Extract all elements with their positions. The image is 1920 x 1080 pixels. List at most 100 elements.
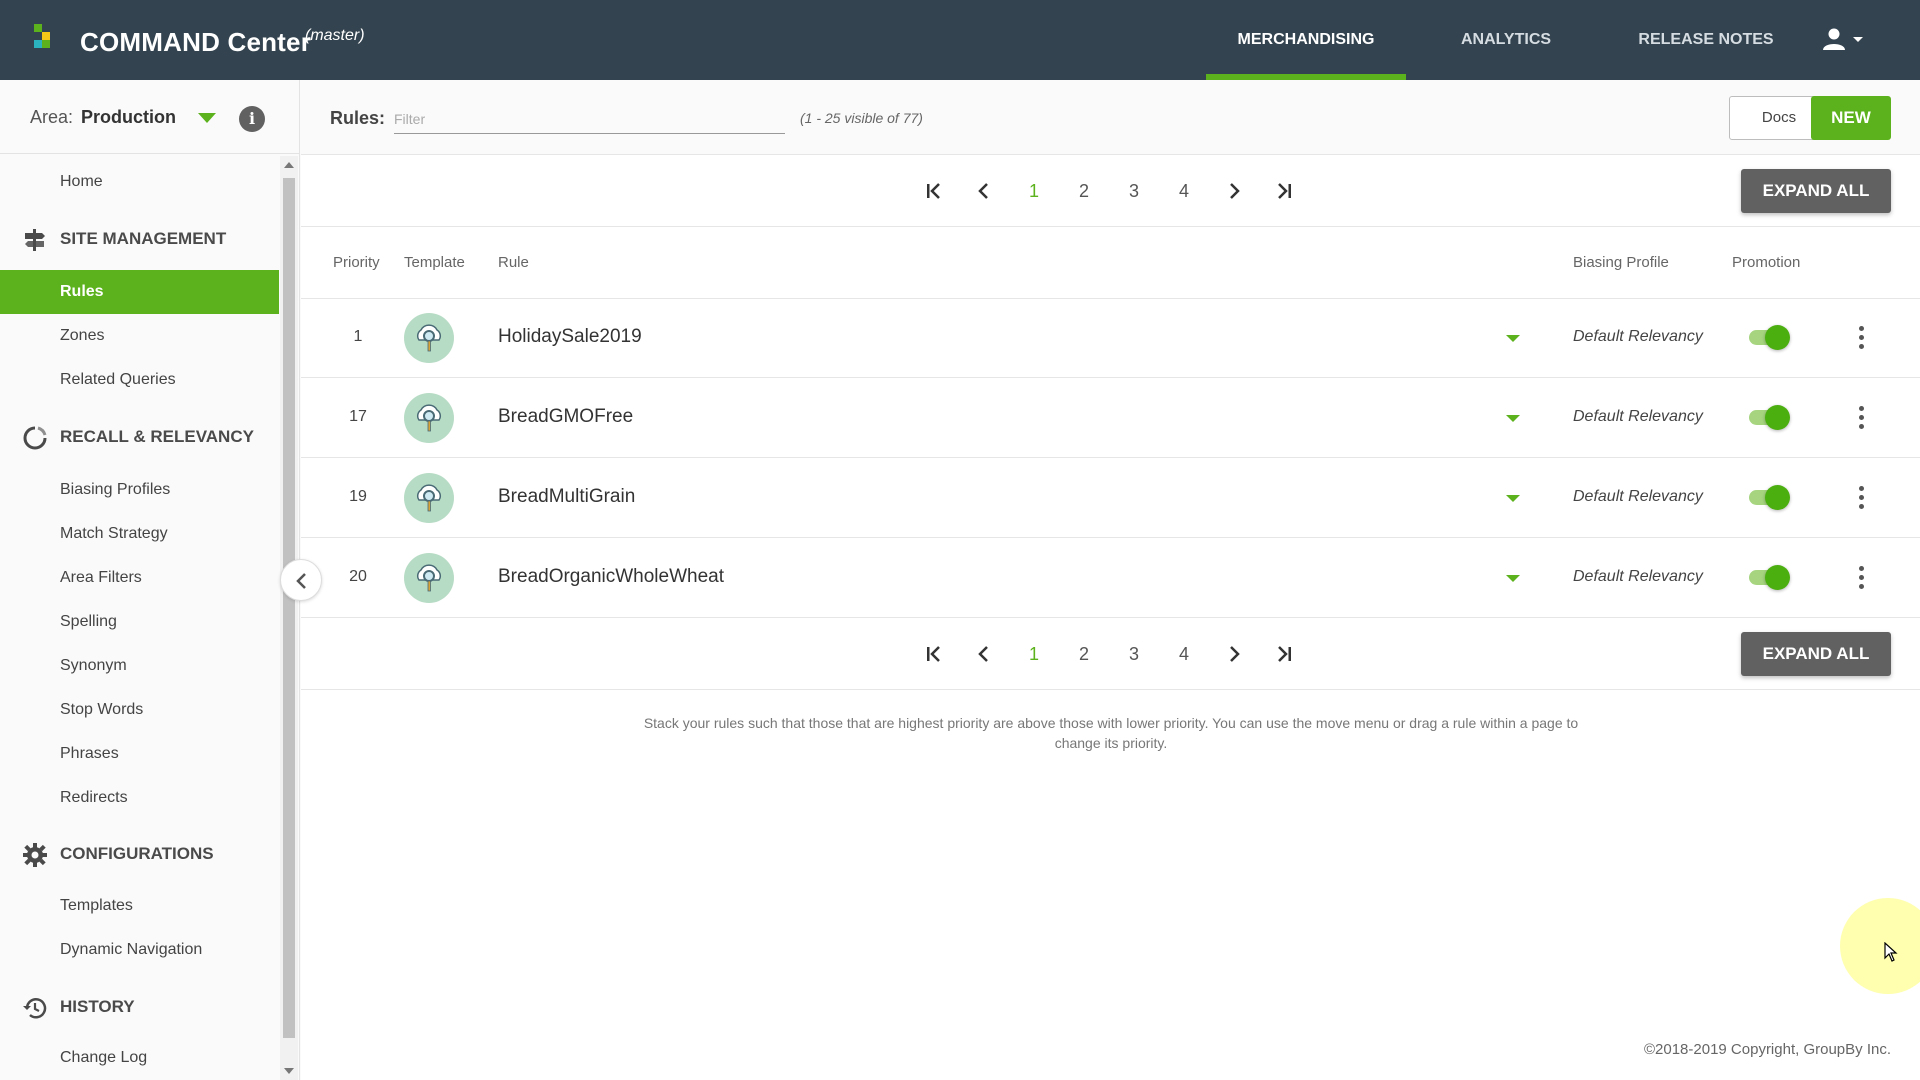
table-row[interactable]: 19 BreadMultiGrain Default Relevancy: [301, 458, 1920, 538]
tab-release-notes[interactable]: RELEASE NOTES: [1606, 0, 1806, 80]
rule-name[interactable]: BreadMultiGrain: [498, 486, 635, 508]
rule-expand-caret-icon[interactable]: [1506, 575, 1520, 582]
template-magnifier-icon: [404, 473, 454, 523]
pagination-bottom: 1 2 3 4 EXPAND ALL: [301, 618, 1920, 690]
visible-count: (1 - 25 visible of 77): [800, 110, 923, 126]
area-dropdown-caret-icon[interactable]: [198, 113, 216, 123]
sidebar-item-phrases[interactable]: Phrases: [0, 732, 279, 776]
section-recall-relevancy: RECALL & RELEVANCY: [0, 415, 279, 459]
rule-priority: 17: [349, 408, 367, 425]
more-options-icon[interactable]: [1856, 406, 1866, 430]
sidebar-item-zones[interactable]: Zones: [0, 314, 279, 358]
rule-expand-caret-icon[interactable]: [1506, 335, 1520, 342]
rules-label: Rules:: [330, 108, 386, 128]
expand-all-button[interactable]: EXPAND ALL: [1741, 632, 1891, 676]
scroll-up-arrow-icon[interactable]: [284, 162, 294, 168]
page-3[interactable]: 3: [1119, 642, 1149, 666]
table-row[interactable]: 1 HolidaySale2019 Default Relevancy: [301, 298, 1920, 378]
col-promotion: Promotion: [1732, 254, 1801, 271]
page-2[interactable]: 2: [1069, 179, 1099, 203]
page-4[interactable]: 4: [1169, 642, 1199, 666]
sidebar-item-rules[interactable]: Rules: [0, 270, 279, 314]
table-row[interactable]: 17 BreadGMOFree Default Relevancy: [301, 378, 1920, 458]
scrollbar-thumb[interactable]: [283, 178, 295, 1038]
rule-biasing-profile: Default Relevancy: [1573, 488, 1703, 505]
sidebar-item-dynamic-navigation[interactable]: Dynamic Navigation: [0, 928, 279, 972]
sidebar-item-match-strategy[interactable]: Match Strategy: [0, 512, 279, 556]
promotion-toggle[interactable]: [1749, 485, 1790, 510]
next-page-icon[interactable]: [1219, 642, 1249, 666]
page-2[interactable]: 2: [1069, 642, 1099, 666]
page-1[interactable]: 1: [1019, 642, 1049, 666]
section-title: HISTORY: [60, 997, 135, 1016]
col-priority[interactable]: Priority: [333, 254, 380, 271]
tab-merchandising[interactable]: MERCHANDISING: [1206, 0, 1406, 80]
mouse-cursor-icon: [1884, 942, 1898, 962]
app-title: COMMAND Center: [80, 27, 312, 57]
user-menu[interactable]: [1822, 28, 1872, 52]
scroll-down-arrow-icon[interactable]: [284, 1068, 294, 1074]
sidebar-item-redirects[interactable]: Redirects: [0, 776, 279, 820]
rule-biasing-profile: Default Relevancy: [1573, 408, 1703, 425]
top-navigation-bar: COMMAND Center (master) MERCHANDISING AN…: [0, 0, 1920, 80]
rule-priority: 1: [353, 328, 363, 345]
user-icon: [1823, 28, 1863, 50]
rules-filter-input[interactable]: [394, 104, 785, 134]
circle-refresh-icon: [23, 426, 47, 450]
rule-name[interactable]: HolidaySale2019: [498, 326, 642, 348]
sidebar-item-home[interactable]: Home: [0, 160, 279, 204]
promotion-toggle[interactable]: [1749, 405, 1790, 430]
sidebar-nav: Home SITE MANAGEMENT Rules Zones Related…: [0, 156, 279, 1080]
page-4[interactable]: 4: [1169, 179, 1199, 203]
sidebar-item-area-filters[interactable]: Area Filters: [0, 556, 279, 600]
more-options-icon[interactable]: [1856, 486, 1866, 510]
section-title: SITE MANAGEMENT: [60, 229, 227, 248]
section-history: HISTORY: [0, 985, 279, 1029]
priority-help-text: Stack your rules such that those that ar…: [643, 715, 1579, 751]
table-row[interactable]: 20 BreadOrganicWholeWheat Default Releva…: [301, 538, 1920, 618]
new-rule-button[interactable]: NEW: [1811, 96, 1891, 140]
rule-expand-caret-icon[interactable]: [1506, 415, 1520, 422]
rules-toolbar: Rules: (1 - 25 visible of 77) Docs NEW: [301, 80, 1920, 155]
pagination-top: 1 2 3 4 EXPAND ALL: [301, 155, 1920, 227]
sidebar-item-change-log[interactable]: Change Log: [0, 1036, 279, 1080]
next-page-icon[interactable]: [1219, 179, 1249, 203]
page-3[interactable]: 3: [1119, 179, 1149, 203]
tab-analytics[interactable]: ANALYTICS: [1406, 0, 1606, 80]
gear-icon: [23, 843, 47, 867]
info-icon[interactable]: i: [239, 106, 265, 132]
more-options-icon[interactable]: [1856, 326, 1866, 350]
col-rule: Rule: [498, 254, 529, 271]
section-title: CONFIGURATIONS: [60, 844, 214, 863]
prev-page-icon[interactable]: [969, 179, 999, 203]
col-biasing-profile: Biasing Profile: [1573, 254, 1669, 271]
sidebar-scrollbar[interactable]: [280, 156, 298, 1080]
rule-name[interactable]: BreadGMOFree: [498, 406, 633, 428]
rule-name[interactable]: BreadOrganicWholeWheat: [498, 566, 724, 588]
sidebar-item-stop-words[interactable]: Stop Words: [0, 688, 279, 732]
first-page-icon[interactable]: [919, 642, 949, 666]
sidebar-item-spelling[interactable]: Spelling: [0, 600, 279, 644]
expand-all-button[interactable]: EXPAND ALL: [1741, 169, 1891, 213]
rule-expand-caret-icon[interactable]: [1506, 495, 1520, 502]
last-page-icon[interactable]: [1269, 642, 1299, 666]
sidebar-item-biasing-profiles[interactable]: Biasing Profiles: [0, 468, 279, 512]
collapse-sidebar-button[interactable]: [280, 559, 322, 601]
template-magnifier-icon: [404, 553, 454, 603]
page-1[interactable]: 1: [1019, 179, 1049, 203]
prev-page-icon[interactable]: [969, 642, 999, 666]
chevron-left-icon: [296, 573, 306, 589]
sidebar-item-templates[interactable]: Templates: [0, 884, 279, 928]
sidebar-item-related-queries[interactable]: Related Queries: [0, 358, 279, 402]
promotion-toggle[interactable]: [1749, 325, 1790, 350]
first-page-icon[interactable]: [919, 179, 949, 203]
last-page-icon[interactable]: [1269, 179, 1299, 203]
rules-table-header: Priority Template Rule Biasing Profile P…: [301, 227, 1920, 299]
promotion-toggle[interactable]: [1749, 565, 1790, 590]
signpost-icon: [25, 229, 45, 251]
area-value[interactable]: Production: [81, 107, 176, 128]
section-title: RECALL & RELEVANCY: [60, 427, 254, 446]
more-options-icon[interactable]: [1856, 566, 1866, 590]
sidebar-item-synonym[interactable]: Synonym: [0, 644, 279, 688]
rule-priority: 19: [349, 488, 367, 505]
